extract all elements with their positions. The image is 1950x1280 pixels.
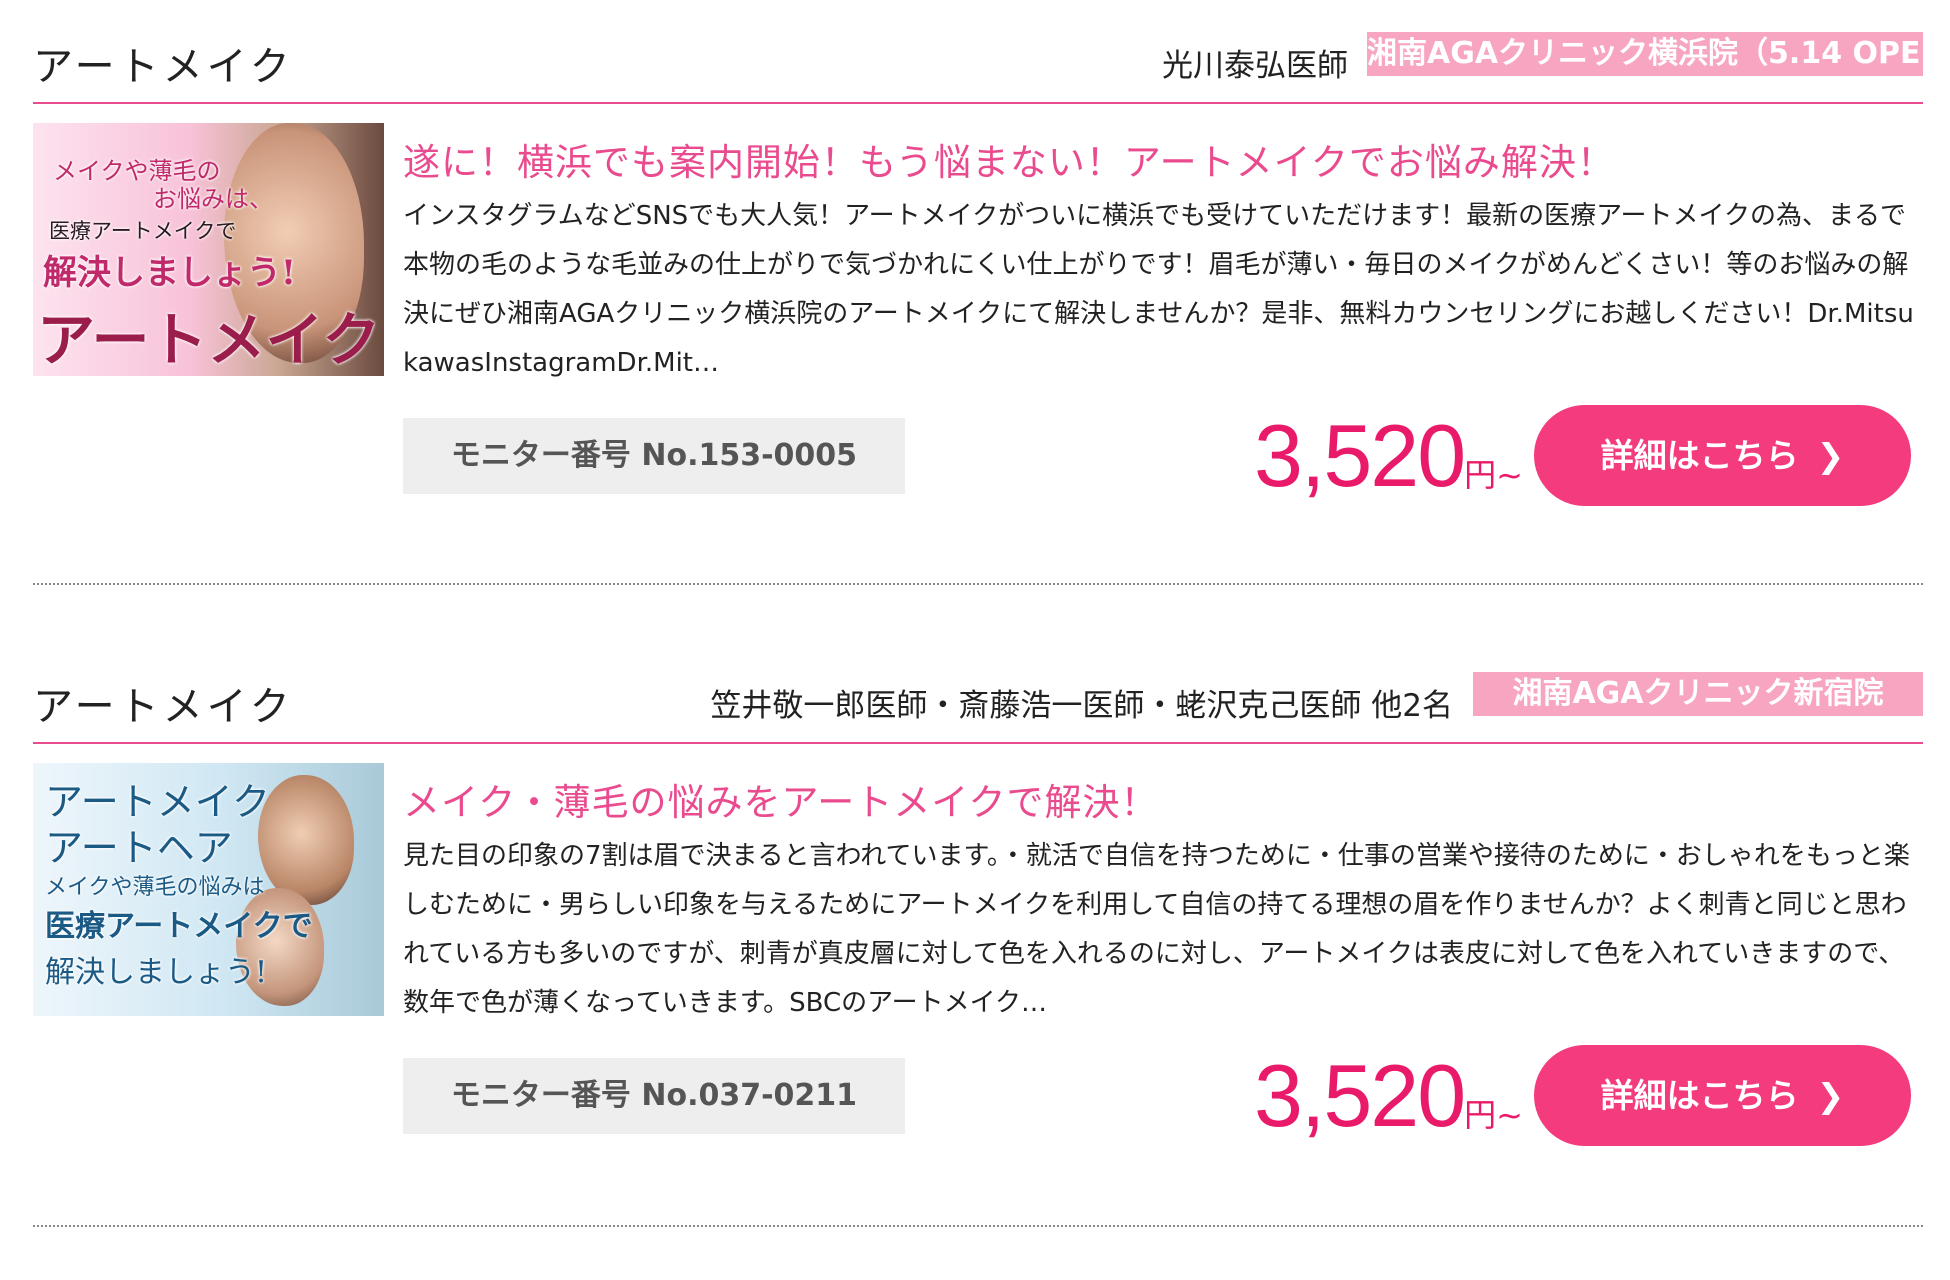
listing-card: アートメイク 笠井敬一郎医師・斎藤浩一医師・蛯沢克己医師 他2名 湘南AGAクリ… (33, 640, 1923, 1227)
detail-button-label: 詳細はこちら (1600, 1076, 1799, 1115)
price-unit: 円~ (1464, 1096, 1523, 1134)
monitor-number: モニター番号 No.153-0005 (403, 418, 905, 494)
price-unit: 円~ (1464, 456, 1523, 494)
thumbnail-text: 解決しましょう! (43, 253, 296, 293)
thumbnail-text: 医療アートメイクで (49, 219, 237, 243)
detail-button[interactable]: 詳細はこちら ❯ (1534, 1045, 1911, 1146)
price-value: 3,520 (1253, 406, 1466, 505)
price: 3,520円~ (1254, 405, 1523, 507)
category-label: アートメイク (33, 684, 294, 730)
price-value: 3,520 (1253, 1046, 1466, 1145)
listing-divider (33, 583, 1923, 585)
chevron-right-icon: ❯ (1816, 1076, 1845, 1115)
clinic-badge[interactable]: 湘南AGAクリニック新宿院 (1473, 672, 1923, 716)
listing-description: インスタグラムなどSNSでも大人気！アートメイクがついに横浜でも受けていただけま… (403, 201, 1914, 378)
detail-button-label: 詳細はこちら (1600, 436, 1799, 475)
category-label: アートメイク (33, 44, 294, 90)
listing-description: 見た目の印象の7割は眉で決まると言われています。・就活で自信を持つために・仕事の… (403, 841, 1910, 1018)
detail-button[interactable]: 詳細はこちら ❯ (1534, 405, 1911, 506)
listing-title[interactable]: メイク・薄毛の悩みをアートメイクで解決！ (403, 772, 1159, 826)
listing-page: アートメイク 光川泰弘医師 湘南AGAクリニック横浜院（5.14 OPEN） メ… (0, 0, 1950, 1280)
listing-title[interactable]: 遂に！横浜でも案内開始！もう悩まない！アートメイクでお悩み解決！ (403, 132, 1615, 186)
model-face-image (258, 775, 354, 905)
thumbnail-text: アートメイク (37, 306, 381, 374)
thumbnail-text: お悩みは、 (153, 185, 273, 213)
thumbnail-text: 医療アートメイクで (45, 909, 313, 944)
price: 3,520円~ (1254, 1045, 1523, 1147)
doctor-name[interactable]: 光川泰弘医師 (1162, 40, 1348, 85)
monitor-number: モニター番号 No.037-0211 (403, 1058, 905, 1134)
listing-card: アートメイク 光川泰弘医師 湘南AGAクリニック横浜院（5.14 OPEN） メ… (33, 0, 1950, 585)
listing-header: アートメイク 笠井敬一郎医師・斎藤浩一医師・蛯沢克己医師 他2名 湘南AGAクリ… (33, 662, 1923, 744)
clinic-badge[interactable]: 湘南AGAクリニック横浜院（5.14 OPEN） (1367, 32, 1950, 76)
listing-thumbnail[interactable]: アートメイク アートヘア メイクや薄毛の悩みは 医療アートメイクで 解決しましょ… (33, 763, 384, 1016)
thumbnail-text: 解決しましょう! (45, 955, 268, 990)
listing-thumbnail[interactable]: メイクや薄毛の お悩みは、 医療アートメイクで 解決しましょう! アートメイク (33, 123, 384, 376)
chevron-right-icon: ❯ (1816, 436, 1845, 475)
listing-divider (33, 1225, 1923, 1227)
doctor-name[interactable]: 笠井敬一郎医師・斎藤浩一医師・蛯沢克己医師 他2名 (710, 680, 1453, 725)
thumbnail-text: メイクや薄毛の悩みは (45, 875, 265, 900)
thumbnail-text: アートヘア (45, 826, 233, 870)
listing-header: アートメイク 光川泰弘医師 湘南AGAクリニック横浜院（5.14 OPEN） (33, 22, 1950, 104)
